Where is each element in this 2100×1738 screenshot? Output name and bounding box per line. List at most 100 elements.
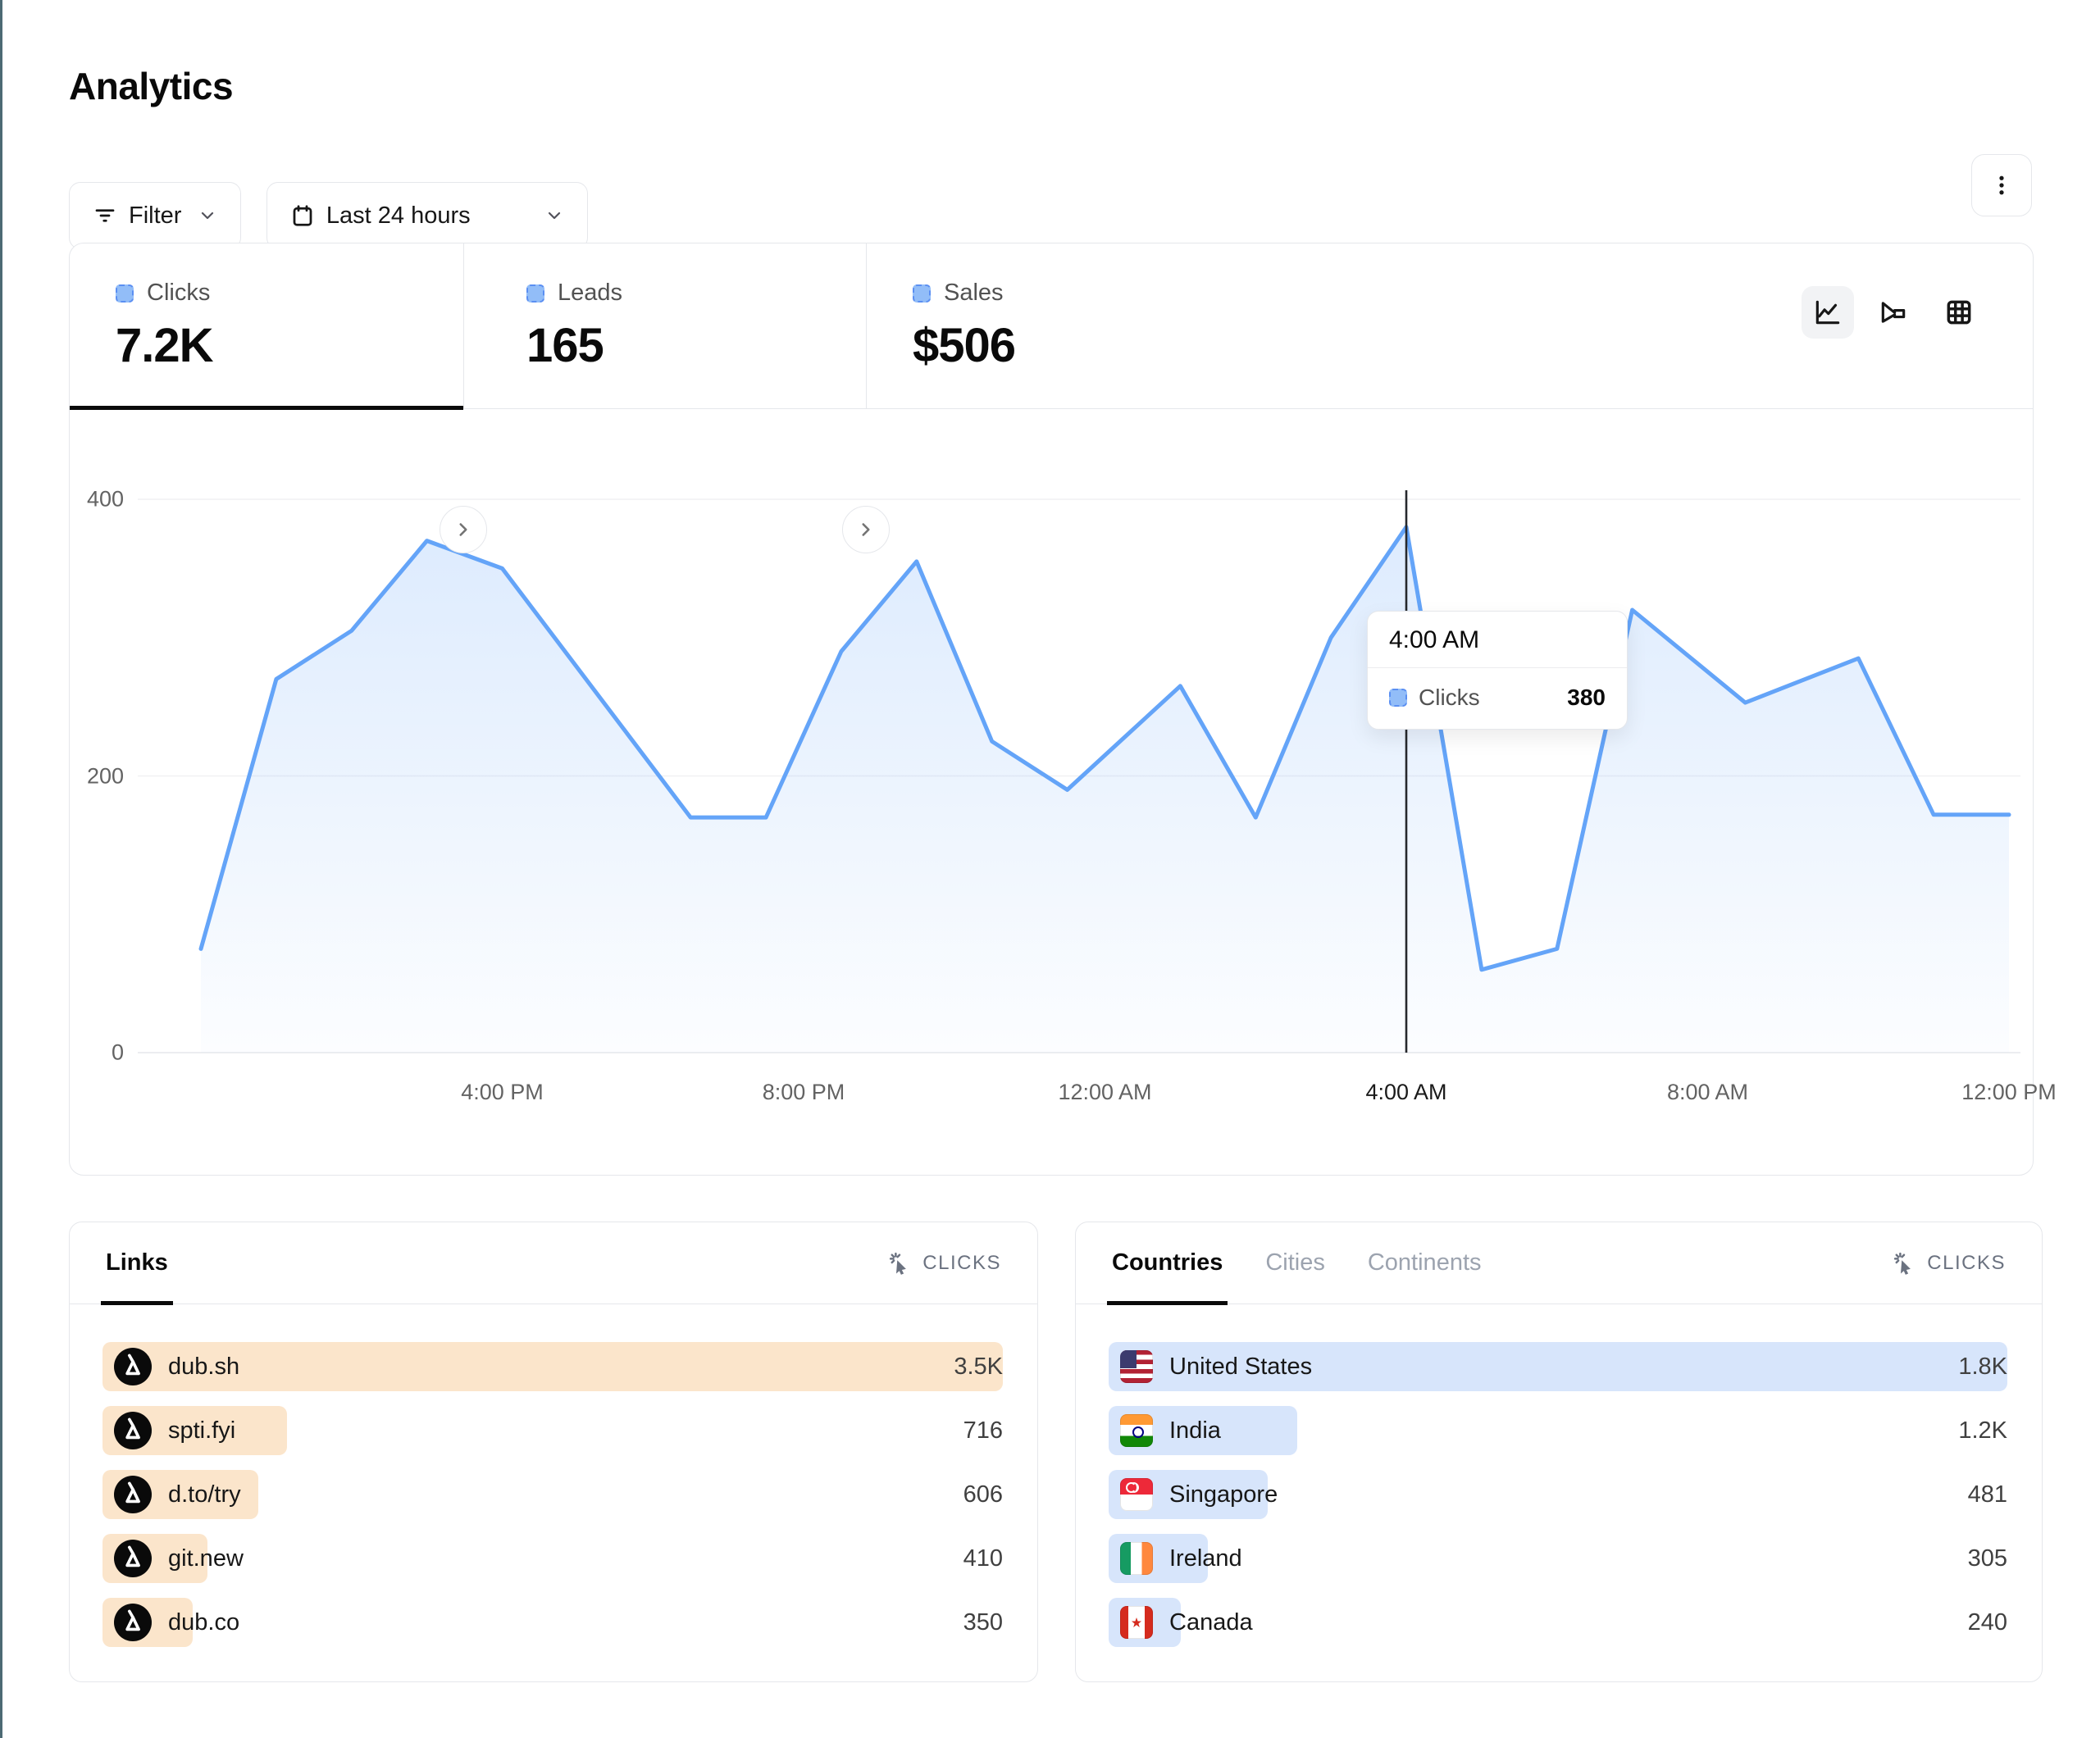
list-item[interactable]: Canada 240 — [1109, 1598, 2007, 1647]
links-panel-header: Links CLICKS — [70, 1222, 1037, 1304]
dub-logo-icon — [114, 1540, 152, 1577]
left-edge-accent — [0, 0, 2, 1738]
list-item-value: 240 — [1968, 1609, 2007, 1636]
date-range-label: Last 24 hours — [326, 202, 471, 230]
sales-legend-swatch — [913, 284, 931, 303]
page-title: Analytics — [69, 64, 233, 108]
tab-clicks-value: 7.2K — [116, 318, 463, 373]
list-item-value: 410 — [963, 1545, 1003, 1572]
analytics-page: Analytics Filter Last 24 h — [0, 0, 2100, 1738]
tab-clicks-label: Clicks — [147, 280, 210, 307]
list-item-value: 716 — [963, 1417, 1003, 1445]
tab-cities[interactable]: Cities — [1265, 1222, 1325, 1304]
date-range-button[interactable]: Last 24 hours — [266, 182, 588, 249]
list-item[interactable]: India 1.2K — [1109, 1406, 2007, 1455]
area-chart-canvas[interactable] — [138, 485, 2020, 1064]
list-item-label: git.new — [168, 1545, 244, 1572]
list-item[interactable]: dub.sh 3.5K — [102, 1342, 1003, 1391]
dub-logo-icon — [114, 1348, 152, 1385]
links-clicks-label: CLICKS — [922, 1252, 1001, 1275]
metric-tabs: Clicks 7.2K Leads 165 Sales $506 — [70, 243, 2033, 409]
list-item-value: 305 — [1968, 1545, 2007, 1572]
analytics-card: Clicks 7.2K Leads 165 Sales $506 — [69, 243, 2034, 1176]
list-item-value: 1.2K — [1958, 1417, 2007, 1445]
ca-flag-icon — [1120, 1606, 1153, 1639]
x-axis-tick: 12:00 PM — [1961, 1080, 2057, 1105]
tab-continents[interactable]: Continents — [1368, 1222, 1482, 1304]
filter-button[interactable]: Filter — [69, 182, 241, 249]
list-item-label: spti.fyi — [168, 1417, 235, 1445]
links-list: dub.sh 3.5K spti.fyi 716 d.to/try 606 git.n… — [70, 1304, 1037, 1647]
list-item[interactable]: dub.co 350 — [102, 1598, 1003, 1647]
list-item-label: dub.co — [168, 1609, 239, 1636]
clicks-legend-swatch — [116, 284, 134, 303]
list-item[interactable]: git.new 410 — [102, 1534, 1003, 1583]
cursor-click-icon — [888, 1251, 913, 1276]
list-item[interactable]: spti.fyi 716 — [102, 1406, 1003, 1455]
links-clicks-header[interactable]: CLICKS — [888, 1251, 1001, 1276]
x-axis-tick: 8:00 AM — [1667, 1080, 1748, 1105]
list-item-value: 350 — [963, 1609, 1003, 1636]
tab-leads[interactable]: Leads 165 — [464, 243, 866, 408]
table-view-icon[interactable] — [1933, 286, 1985, 339]
y-axis-tick: 200 — [70, 763, 124, 789]
list-item-label: Ireland — [1169, 1545, 1242, 1572]
tab-sales-value: $506 — [913, 318, 1211, 373]
tooltip-series-label: Clicks — [1419, 685, 1480, 711]
chart-mode-switcher — [1802, 286, 1985, 339]
tab-sales[interactable]: Sales $506 — [867, 243, 1211, 408]
us-flag-icon — [1120, 1350, 1153, 1383]
x-axis-tick: 12:00 AM — [1058, 1080, 1151, 1105]
tooltip-value: 380 — [1567, 685, 1606, 711]
list-item-label: d.to/try — [168, 1481, 241, 1508]
clicks-chart[interactable]: 0200400 4:00 PM8:00 PM12:00 AM4:00 AM8:0… — [70, 409, 2033, 1173]
countries-panel-header: Countries Cities Continents CLICKS — [1076, 1222, 2042, 1304]
tooltip-time: 4:00 AM — [1368, 612, 1627, 668]
area-fill — [201, 527, 2009, 1053]
tab-leads-label: Leads — [558, 280, 622, 307]
filter-lines-icon — [93, 203, 117, 228]
list-item[interactable]: Singapore481 — [1109, 1470, 2007, 1519]
leads-legend-swatch — [526, 284, 544, 303]
funnel-chart-icon[interactable] — [1867, 286, 1920, 339]
list-item[interactable]: Ireland 305 — [1109, 1534, 2007, 1583]
tab-clicks[interactable]: Clicks 7.2K — [70, 243, 463, 408]
cursor-click-icon — [1893, 1251, 1917, 1276]
more-options-button[interactable] — [1971, 154, 2032, 216]
list-item-label: Singapore — [1169, 1481, 1278, 1508]
chart-tooltip: 4:00 AM Clicks 380 — [1367, 611, 1628, 730]
list-item-value: 606 — [963, 1481, 1003, 1508]
tab-countries[interactable]: Countries — [1112, 1222, 1223, 1304]
ie-flag-icon — [1120, 1542, 1153, 1575]
list-item-value: 3.5K — [954, 1354, 1003, 1381]
list-item[interactable]: United States 1.8K — [1109, 1342, 2007, 1391]
list-item-label: United States — [1169, 1354, 1312, 1381]
tab-leads-value: 165 — [526, 318, 866, 373]
list-item-label: India — [1169, 1417, 1221, 1445]
dub-logo-icon — [114, 1476, 152, 1513]
expand-clicks-button[interactable] — [440, 506, 487, 553]
line-chart-icon[interactable] — [1802, 286, 1854, 339]
filter-button-label: Filter — [129, 202, 181, 230]
x-axis-tick: 4:00 PM — [461, 1080, 544, 1105]
toolbar: Filter Last 24 hours — [69, 182, 2032, 251]
list-item[interactable]: d.to/try 606 — [102, 1470, 1003, 1519]
countries-clicks-header[interactable]: CLICKS — [1893, 1251, 2006, 1276]
tab-sales-label: Sales — [944, 280, 1004, 307]
chevron-down-icon — [544, 206, 564, 225]
calendar-icon — [290, 203, 315, 228]
sg-flag-icon — [1120, 1478, 1153, 1511]
tooltip-legend-swatch — [1389, 689, 1407, 707]
list-item-label: Canada — [1169, 1609, 1253, 1636]
list-item-label: dub.sh — [168, 1354, 239, 1381]
list-item-value: 1.8K — [1958, 1354, 2007, 1381]
tab-links[interactable]: Links — [106, 1222, 168, 1304]
dub-logo-icon — [114, 1604, 152, 1641]
countries-list: United States 1.8K India 1.2K Singapore481 Ir… — [1076, 1304, 2042, 1647]
y-axis-tick: 0 — [70, 1040, 124, 1066]
chevron-down-icon — [198, 206, 217, 225]
countries-panel: Countries Cities Continents CLICKS Unite… — [1075, 1222, 2043, 1682]
expand-leads-button[interactable] — [842, 506, 890, 553]
y-axis-tick: 400 — [70, 487, 124, 512]
dub-logo-icon — [114, 1412, 152, 1449]
